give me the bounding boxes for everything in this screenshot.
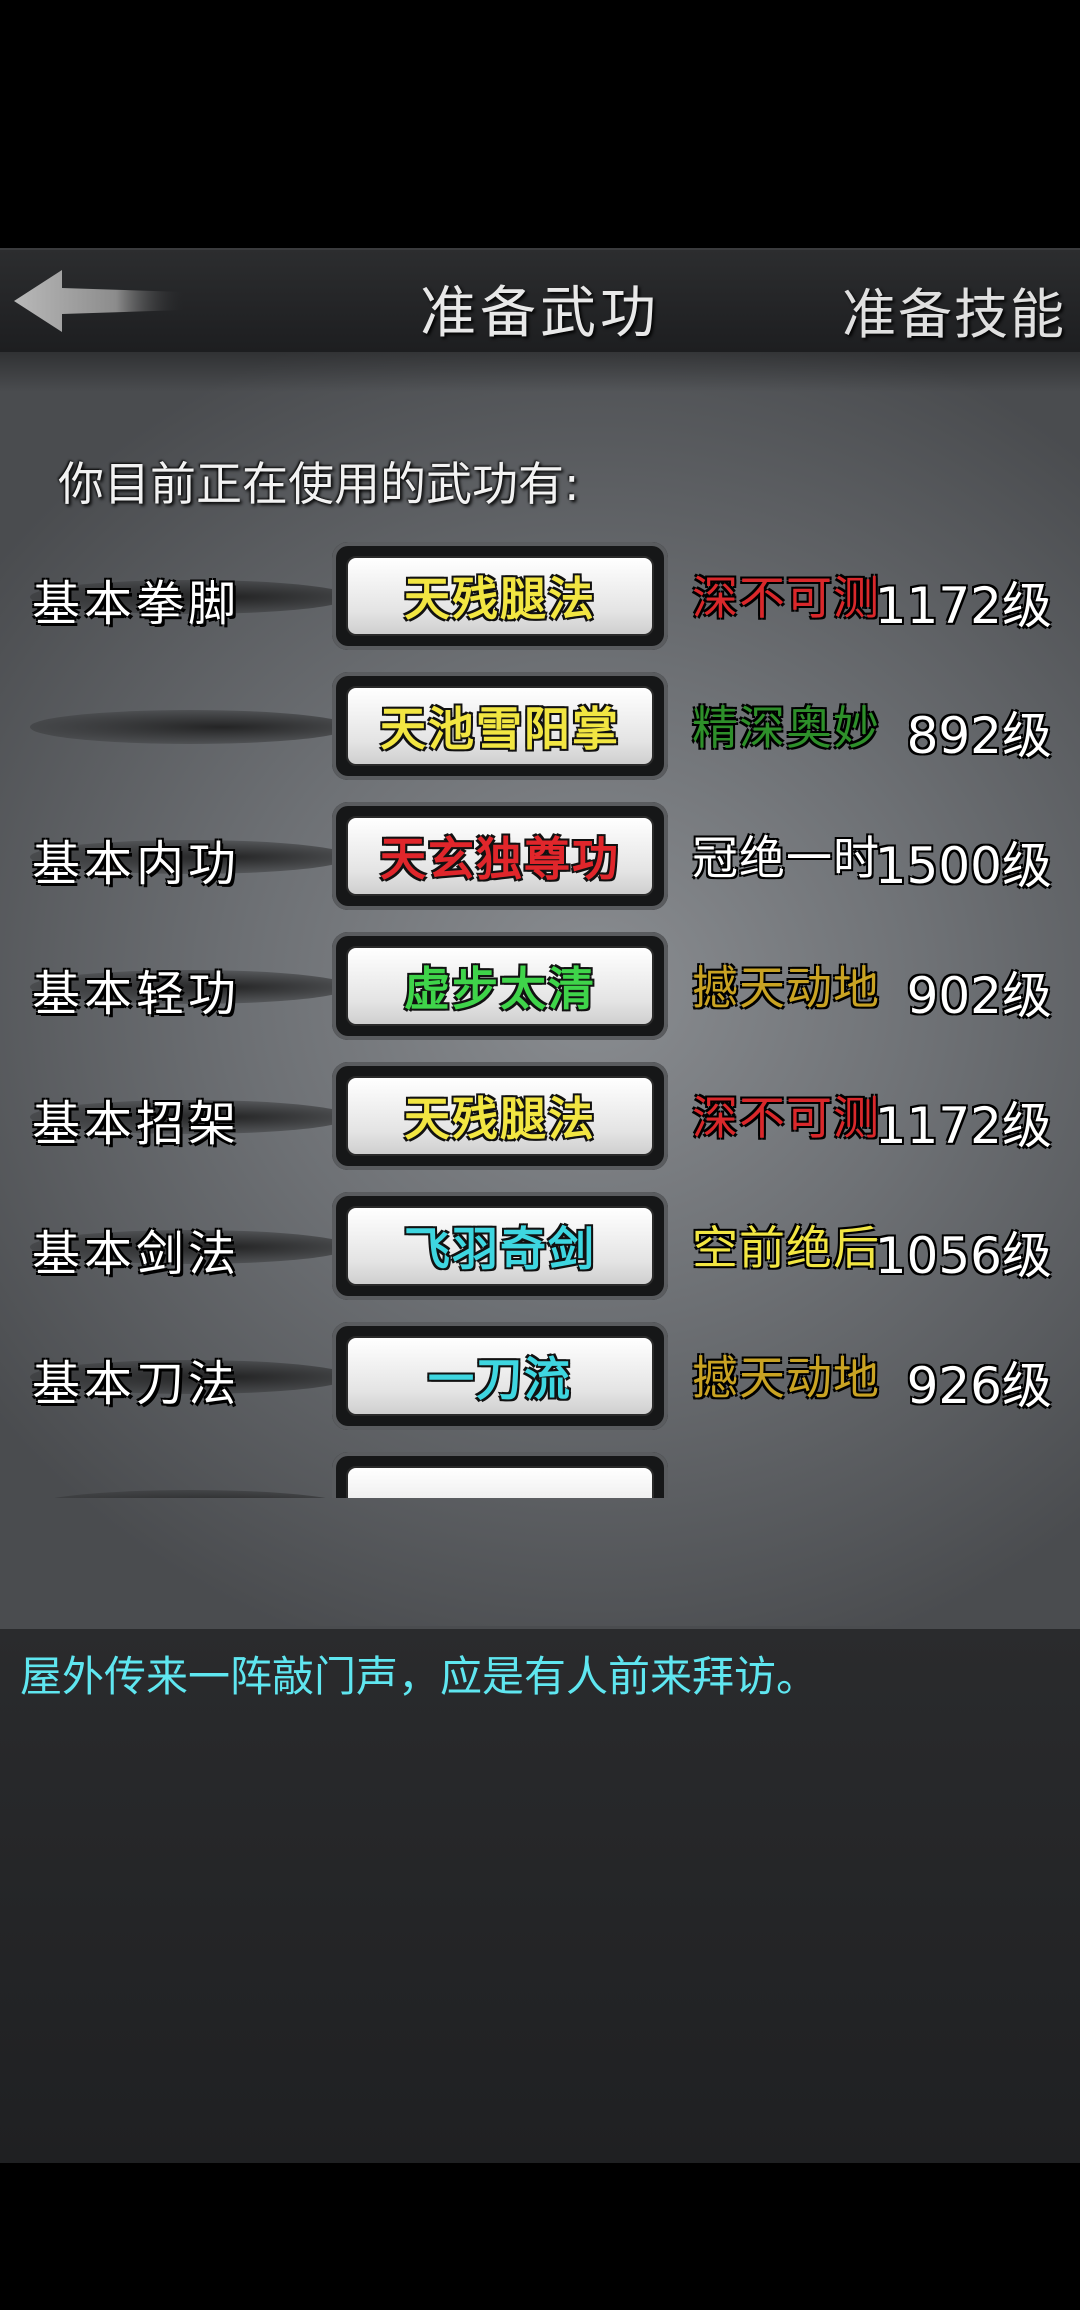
skill-rank: 深不可测: [692, 562, 880, 628]
skill-row: 基本剑法 飞羽奇剑 空前绝后 1056级: [0, 1192, 1080, 1302]
skill-rank: 深不可测: [692, 1082, 880, 1148]
skill-rank: 空前绝后: [692, 1212, 880, 1278]
intro-text: 你目前正在使用的武功有:: [58, 448, 580, 514]
prepare-skill-button[interactable]: 准备技能: [842, 270, 1066, 349]
skill-level: 1172级: [875, 1086, 1052, 1158]
skill-row: 基本内功 天玄独尊功 冠绝一时 1500级: [0, 802, 1080, 912]
skill-button[interactable]: 飞羽奇剑: [332, 1192, 668, 1300]
skill-category: 基本招架: [32, 1084, 240, 1154]
skill-button[interactable]: 天残腿法: [332, 542, 668, 650]
skill-row: 基本刀法 一刀流 撼天动地 926级: [0, 1322, 1080, 1432]
skill-list[interactable]: 基本拳脚 天残腿法 深不可测 1172级 天池雪阳掌 精深奥妙 892级 基本内…: [0, 542, 1080, 1498]
message-text: 屋外传来一阵敲门声，应是有人前来拜访。: [20, 1643, 818, 1704]
skill-category: 基本拳脚: [32, 564, 240, 634]
skill-row: 基本拳脚 天残腿法 深不可测 1172级: [0, 542, 1080, 652]
skill-row: 天池雪阳掌 精深奥妙 892级: [0, 672, 1080, 782]
skill-button[interactable]: 虚步太清: [332, 932, 668, 1040]
skill-button[interactable]: 天池雪阳掌: [332, 672, 668, 780]
skill-rank: 撼天动地: [692, 1342, 880, 1408]
message-log: 屋外传来一阵敲门声，应是有人前来拜访。: [0, 1626, 1080, 2163]
martial-arts-panel: 你目前正在使用的武功有: 基本拳脚 天残腿法 深不可测 1172级 天池雪阳掌 …: [0, 352, 1080, 1626]
skill-level: 1500级: [875, 826, 1052, 898]
skill-row: [0, 1452, 1080, 1498]
skill-category: 基本剑法: [32, 1214, 240, 1284]
ink-stroke: [30, 1490, 350, 1498]
skill-row: 基本招架 天残腿法 深不可测 1172级: [0, 1062, 1080, 1172]
skill-rank: 精深奥妙: [692, 692, 880, 758]
skill-name: 天玄独尊功: [380, 823, 620, 889]
skill-name: 虚步太清: [404, 953, 596, 1019]
ink-stroke: [30, 710, 350, 744]
skill-level: 1056级: [875, 1216, 1052, 1288]
skill-level: 926级: [907, 1346, 1052, 1418]
skill-name: 天残腿法: [404, 563, 596, 629]
skill-button[interactable]: [332, 1452, 668, 1498]
skill-name: 飞羽奇剑: [404, 1213, 596, 1279]
skill-row: 基本轻功 虚步太清 撼天动地 902级: [0, 932, 1080, 1042]
skill-level: 892级: [907, 696, 1052, 768]
skill-button[interactable]: 一刀流: [332, 1322, 668, 1430]
skill-button[interactable]: 天残腿法: [332, 1062, 668, 1170]
skill-button[interactable]: 天玄独尊功: [332, 802, 668, 910]
skill-category: 基本刀法: [32, 1344, 240, 1414]
skill-rank: 撼天动地: [692, 952, 880, 1018]
skill-name: 天残腿法: [404, 1083, 596, 1149]
skill-level: 902级: [907, 956, 1052, 1028]
skill-name: 天池雪阳掌: [380, 693, 620, 759]
skill-category: 基本轻功: [32, 954, 240, 1024]
skill-category: 基本内功: [32, 824, 240, 894]
skill-rank: 冠绝一时: [692, 822, 880, 888]
skill-name: 一刀流: [428, 1343, 572, 1409]
skill-level: 1172级: [875, 566, 1052, 638]
top-bar: 准备武功 准备技能: [0, 248, 1080, 355]
